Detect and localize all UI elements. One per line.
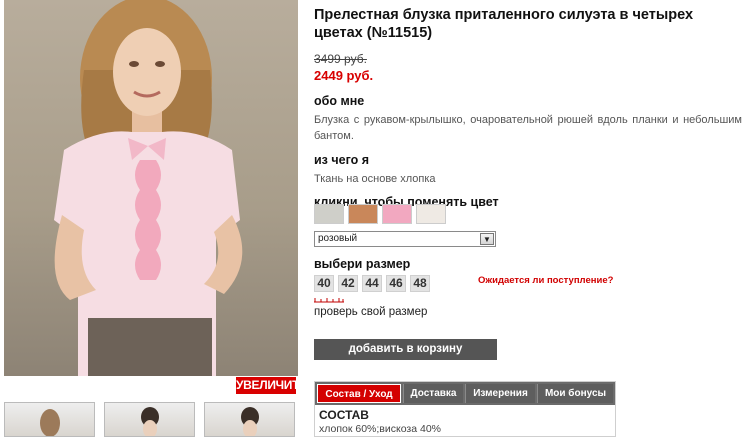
tab-bar: Состав / Уход Доставка Измерения Мои бон… (315, 382, 615, 405)
model-illustration (54, 0, 243, 376)
product-info: Прелестная блузка приталенного силуэта в… (314, 6, 742, 209)
ruler-icon (314, 298, 344, 303)
zoom-button[interactable]: УВЕЛИЧИТЬ (236, 377, 308, 394)
swatch-grey[interactable] (314, 204, 344, 224)
size-option[interactable]: 44 (362, 275, 382, 292)
size-option[interactable]: 46 (386, 275, 406, 292)
thumbnail-image (141, 407, 159, 436)
tab-content: СОСТАВ хлопок 60%;вискоза 40% (319, 408, 441, 435)
awaiting-stock-link[interactable]: Ожидается ли поступление? (478, 275, 613, 286)
thumbnail-1[interactable] (4, 402, 95, 437)
tab-bonuses[interactable]: Мои бонусы (537, 384, 613, 403)
size-heading: выбери размер (314, 257, 411, 271)
product-gallery: УВЕЛИЧИТЬ (4, 0, 308, 437)
main-product-photo[interactable] (4, 0, 298, 376)
chevron-down-icon[interactable]: ▼ (480, 233, 494, 245)
about-text: Блузка с рукавом-крылышко, очаровательно… (314, 114, 742, 142)
thumbnail-image (40, 409, 60, 436)
old-price: 3499 руб. (314, 52, 367, 66)
composition-text: хлопок 60%;вискоза 40% (319, 423, 442, 435)
sale-price: 2449 руб. (314, 68, 374, 83)
color-select-value: розовый (318, 233, 358, 244)
check-size-link[interactable]: проверь свой размер (314, 306, 427, 318)
material-text: Ткань на основе хлопка (314, 173, 436, 185)
composition-heading: СОСТАВ (319, 408, 369, 422)
swatch-white[interactable] (416, 204, 446, 224)
size-option[interactable]: 40 (314, 275, 334, 292)
tab-composition[interactable]: Состав / Уход (317, 384, 401, 403)
thumbnail-strip (4, 402, 298, 437)
product-title: Прелестная блузка приталенного силуэта в… (314, 7, 694, 41)
add-to-cart-button[interactable]: добавить в корзину (314, 339, 497, 360)
thumbnail-3[interactable] (204, 402, 295, 437)
tab-measurements[interactable]: Измерения (465, 384, 535, 403)
color-heading: кликни, чтобы поменять цвет (314, 195, 499, 209)
color-select[interactable]: розовый ▼ (314, 231, 496, 247)
size-option[interactable]: 48 (410, 275, 430, 292)
size-option[interactable]: 42 (338, 275, 358, 292)
thumbnail-image (241, 407, 259, 436)
material-heading: из чего я (314, 153, 370, 167)
thumbnail-2[interactable] (104, 402, 195, 437)
about-heading: обо мне (314, 94, 365, 108)
swatch-orange[interactable] (348, 204, 378, 224)
info-tabs: Состав / Уход Доставка Измерения Мои бон… (314, 381, 616, 437)
tab-delivery[interactable]: Доставка (403, 384, 463, 403)
swatch-pink[interactable] (382, 204, 412, 224)
